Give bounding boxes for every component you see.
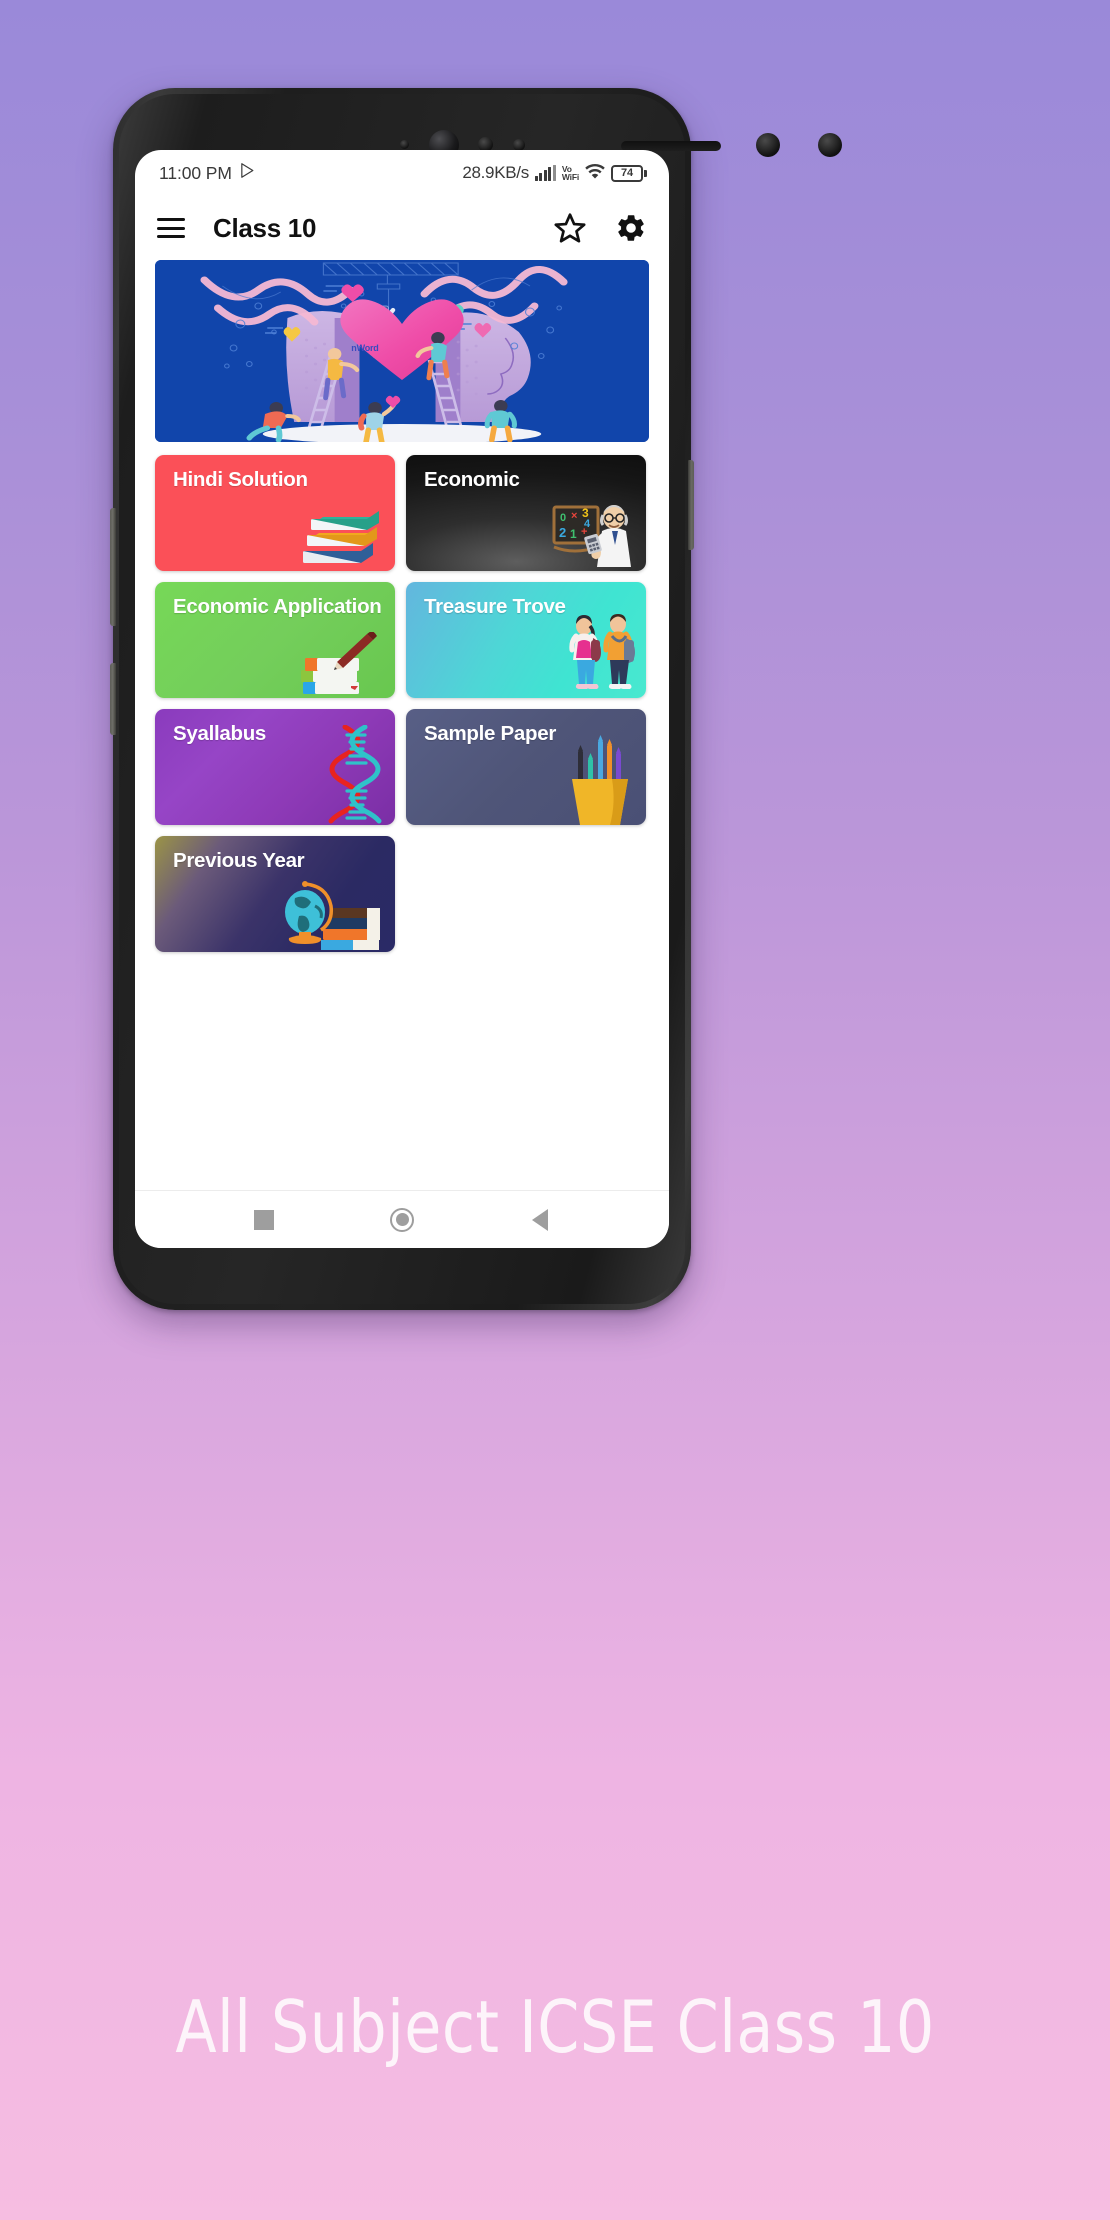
main-content: nWord Hindi Solution Economic 0 × 3 2 1 … xyxy=(135,260,669,1190)
assistant-button[interactable] xyxy=(688,460,694,550)
page-title: Class 10 xyxy=(213,212,317,243)
phone-frame: 11:00 PM 28.9KB/s Vo WiFi 74 Class 10 nW… xyxy=(110,88,842,1310)
star-outline-icon[interactable] xyxy=(553,211,587,245)
phone-screen: 11:00 PM 28.9KB/s Vo WiFi 74 Class 10 nW… xyxy=(135,150,669,1248)
card-label: Hindi Solution xyxy=(173,468,308,491)
globe-and-books-icon xyxy=(285,881,380,950)
svg-text:1: 1 xyxy=(570,527,577,541)
two-students-icon xyxy=(569,614,635,689)
wifi-icon xyxy=(585,163,605,184)
network-speed: 28.9KB/s xyxy=(462,163,529,182)
hamburger-menu-icon[interactable] xyxy=(157,218,185,238)
promo-banner[interactable]: nWord xyxy=(155,260,649,442)
card-hindi-solution[interactable]: Hindi Solution xyxy=(155,455,395,571)
books-with-pencil-icon xyxy=(301,632,377,694)
svg-text:0: 0 xyxy=(560,512,566,524)
status-bar: 11:00 PM 28.9KB/s Vo WiFi 74 xyxy=(135,150,669,196)
card-label: Previous Year xyxy=(173,849,305,872)
svg-text:2: 2 xyxy=(559,525,566,540)
svg-text:×: × xyxy=(571,510,577,522)
promo-caption: All Subject ICSE Class 10 xyxy=(175,1985,935,2069)
volume-button[interactable] xyxy=(110,508,116,626)
play-store-icon xyxy=(239,162,256,184)
card-syallabus[interactable]: Syallabus xyxy=(155,709,395,825)
sensor-dot-icon xyxy=(400,140,409,149)
banner-illustration xyxy=(155,260,649,442)
sensor-dot-icon xyxy=(818,133,842,157)
vowifi-icon: Vo WiFi xyxy=(561,164,579,182)
signal-bars-icon xyxy=(534,164,556,181)
gear-icon[interactable] xyxy=(615,212,647,244)
card-label: Sample Paper xyxy=(424,722,556,745)
vowifi-line2: WiFi xyxy=(561,172,579,182)
battery-cap xyxy=(644,169,647,177)
card-label: Syallabus xyxy=(173,722,267,745)
android-nav-bar xyxy=(135,1190,669,1248)
battery-level: 74 xyxy=(611,164,643,182)
home-circle-icon[interactable] xyxy=(375,1198,429,1242)
status-bar-right: 28.9KB/s Vo WiFi 74 xyxy=(462,163,647,184)
sensor-dot-icon xyxy=(756,133,780,157)
back-triangle-icon[interactable] xyxy=(513,1198,567,1242)
card-label: Treasure Trove xyxy=(424,595,566,618)
svg-text:4: 4 xyxy=(584,518,591,530)
power-button[interactable] xyxy=(110,663,116,735)
recents-square-icon[interactable] xyxy=(237,1198,291,1242)
card-label: Economic xyxy=(424,468,520,491)
subject-grid: Hindi Solution Economic 0 × 3 2 1 + 4 Ec… xyxy=(155,455,649,952)
banner-heart-label: nWord xyxy=(351,343,379,354)
app-bar-actions xyxy=(553,211,647,245)
status-bar-left: 11:00 PM xyxy=(159,162,256,184)
status-time: 11:00 PM xyxy=(159,162,232,183)
app-bar: Class 10 xyxy=(135,196,669,260)
professor-math-board-icon: 0 × 3 2 1 + 4 xyxy=(552,505,631,567)
pencil-cup-icon xyxy=(572,735,628,825)
card-treasure-trove[interactable]: Treasure Trove xyxy=(406,582,646,698)
battery-icon: 74 xyxy=(611,164,647,182)
card-previous-year[interactable]: Previous Year xyxy=(155,836,395,952)
card-label: Economic Application xyxy=(173,595,382,618)
card-economic-application[interactable]: Economic Application xyxy=(155,582,395,698)
card-sample-paper[interactable]: Sample Paper xyxy=(406,709,646,825)
stacked-books-icon xyxy=(303,511,379,563)
card-economic[interactable]: Economic 0 × 3 2 1 + 4 xyxy=(406,455,646,571)
